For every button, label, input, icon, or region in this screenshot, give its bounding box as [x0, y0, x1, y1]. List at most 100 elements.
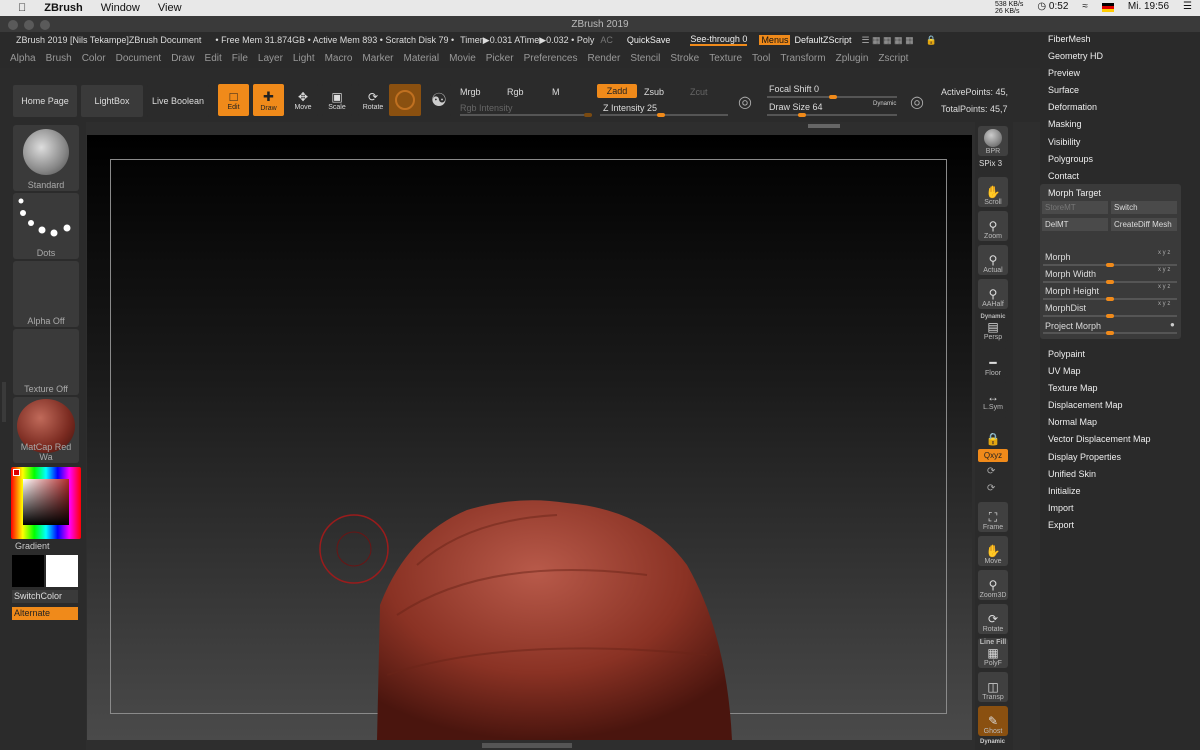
material-button[interactable]: MatCap Red Wa	[13, 397, 79, 463]
zoom-button[interactable]: ⚲ Zoom	[978, 211, 1008, 241]
live-boolean-button[interactable]: Live Boolean	[147, 85, 209, 117]
lock-icon[interactable]: 🔒	[926, 35, 937, 46]
menu-document[interactable]: Document	[116, 53, 162, 64]
morph-xyz-icon[interactable]: x y z	[1158, 250, 1170, 256]
menus-toggle[interactable]: Menus	[759, 35, 791, 45]
palette-vector-displacement-map[interactable]: Vector Displacement Map	[1048, 434, 1151, 444]
clock-icon[interactable]: ◷ 0:52	[1037, 1, 1068, 15]
menu-stencil[interactable]: Stencil	[630, 53, 660, 64]
focal-shift-knob[interactable]	[829, 95, 837, 99]
minimize-icon[interactable]	[24, 20, 34, 30]
window-menu[interactable]: Window	[101, 2, 140, 14]
gradient-label[interactable]: Gradient	[15, 541, 50, 551]
menu-macro[interactable]: Macro	[325, 53, 353, 64]
floor-button[interactable]: ━ Floor	[978, 348, 1008, 378]
morph-knob[interactable]	[1106, 263, 1114, 267]
secondary-color-swatch[interactable]	[12, 555, 44, 587]
move-button[interactable]: ✥ Move	[288, 84, 318, 116]
rotate-z-icon[interactable]: ⟳	[987, 483, 995, 494]
spix-slider[interactable]: SPix 3	[979, 159, 1002, 168]
project-morph-dot-icon[interactable]: ●	[1170, 320, 1175, 329]
palette-export[interactable]: Export	[1048, 520, 1074, 530]
wifi-icon[interactable]: ≈	[1082, 1, 1088, 15]
menu-zscript[interactable]: Zscript	[878, 53, 908, 64]
quicksave-button[interactable]: QuickSave	[627, 35, 671, 45]
brush-button[interactable]: Standard	[13, 125, 79, 191]
left-tray-handle[interactable]	[2, 382, 6, 422]
main-color-swatch[interactable]	[13, 469, 20, 476]
morphdist-xyz-icon[interactable]: x y z	[1158, 301, 1170, 307]
lock-view-button[interactable]: 🔒	[978, 417, 1008, 447]
color-picker[interactable]	[11, 467, 81, 539]
switch-button[interactable]: Switch	[1111, 201, 1177, 214]
delmt-button[interactable]: DelMT	[1042, 218, 1108, 231]
palette-masking[interactable]: Masking	[1048, 119, 1082, 129]
palette-polygroups[interactable]: Polygroups	[1048, 154, 1093, 164]
lsym-button[interactable]: ↔ L.Sym	[978, 382, 1008, 412]
zsub-button[interactable]: Zsub	[644, 87, 664, 97]
palette-surface[interactable]: Surface	[1048, 85, 1079, 95]
head-model[interactable]	[87, 135, 972, 740]
palette-texture-map[interactable]: Texture Map	[1048, 383, 1098, 393]
palette-contact[interactable]: Contact	[1048, 171, 1079, 181]
morph-width-knob[interactable]	[1106, 280, 1114, 284]
menu-light[interactable]: Light	[293, 53, 315, 64]
morph-slider[interactable]: Morph	[1045, 252, 1071, 262]
texture-button[interactable]: Texture Off	[13, 329, 79, 395]
project-morph-knob[interactable]	[1106, 331, 1114, 335]
stroke-button[interactable]: Dots	[13, 193, 79, 259]
z-intensity-slider[interactable]: Z Intensity 25	[603, 103, 657, 113]
menu-tool[interactable]: Tool	[752, 53, 770, 64]
alpha-button[interactable]: Alpha Off	[13, 261, 79, 327]
rgb-intensity-track[interactable]	[460, 114, 592, 116]
lightbox-button[interactable]: LightBox	[81, 85, 143, 117]
palette-deformation[interactable]: Deformation	[1048, 102, 1097, 112]
palette-polypaint[interactable]: Polypaint	[1048, 349, 1085, 359]
palette-display-properties[interactable]: Display Properties	[1048, 452, 1121, 462]
switch-color-button[interactable]: SwitchColor	[12, 590, 78, 603]
draw-button[interactable]: ✚ Draw	[253, 84, 284, 116]
edit-button[interactable]: □ Edit	[218, 84, 249, 116]
actual-button[interactable]: ⚲ Actual	[978, 245, 1008, 275]
dynamic-toggle[interactable]: Dynamic	[873, 101, 896, 107]
z-intensity-knob[interactable]	[657, 113, 665, 117]
palette-preview[interactable]: Preview	[1048, 68, 1080, 78]
menu-layer[interactable]: Layer	[258, 53, 283, 64]
home-page-button[interactable]: Home Page	[13, 85, 77, 117]
morphdist-knob[interactable]	[1106, 314, 1114, 318]
morph-width-xyz-icon[interactable]: x y z	[1158, 267, 1170, 273]
sculptris-button[interactable]: ☯	[427, 84, 451, 116]
rgb-intensity-knob[interactable]	[584, 113, 592, 117]
polyf-button[interactable]: Line Fill ▦ PolyF	[978, 638, 1008, 668]
view-menu[interactable]: View	[158, 2, 182, 14]
primary-color-swatch[interactable]	[46, 555, 78, 587]
transp-button[interactable]: ◫ Transp	[978, 672, 1008, 702]
app-menu[interactable]: ZBrush	[44, 2, 83, 14]
persp-button[interactable]: Dynamic ▤ Persp	[978, 312, 1008, 342]
rgb-intensity-slider[interactable]: Rgb Intensity	[460, 103, 513, 113]
draw-size-track[interactable]	[767, 114, 897, 116]
menu-draw[interactable]: Draw	[171, 53, 194, 64]
shelf-scroll-handle[interactable]	[808, 124, 840, 128]
mrgb-button[interactable]: Mrgb	[460, 87, 481, 97]
palette-initialize[interactable]: Initialize	[1048, 486, 1081, 496]
palette-uv-map[interactable]: UV Map	[1048, 366, 1081, 376]
storemt-button[interactable]: StoreMT	[1042, 201, 1108, 214]
move-view-button[interactable]: ✋ Move	[978, 536, 1008, 566]
datetime[interactable]: Mi. 19:56	[1128, 1, 1169, 15]
morph-target-title[interactable]: Morph Target	[1048, 188, 1101, 198]
scale-button[interactable]: ▣ Scale	[322, 84, 352, 116]
flag-icon[interactable]	[1101, 3, 1114, 12]
ghost-button[interactable]: ✎ Ghost	[978, 706, 1008, 736]
menu-marker[interactable]: Marker	[362, 53, 393, 64]
creatediff-mesh-button[interactable]: CreateDiff Mesh	[1111, 218, 1177, 231]
zcut-button[interactable]: Zcut	[690, 87, 708, 97]
palette-visibility[interactable]: Visibility	[1048, 137, 1080, 147]
menu-edit[interactable]: Edit	[205, 53, 222, 64]
menu-movie[interactable]: Movie	[449, 53, 476, 64]
ac-button[interactable]: AC	[600, 35, 613, 45]
scroll-button[interactable]: ✋ Scroll	[978, 177, 1008, 207]
maximize-icon[interactable]	[40, 20, 50, 30]
menu-render[interactable]: Render	[588, 53, 621, 64]
menu-color[interactable]: Color	[82, 53, 106, 64]
